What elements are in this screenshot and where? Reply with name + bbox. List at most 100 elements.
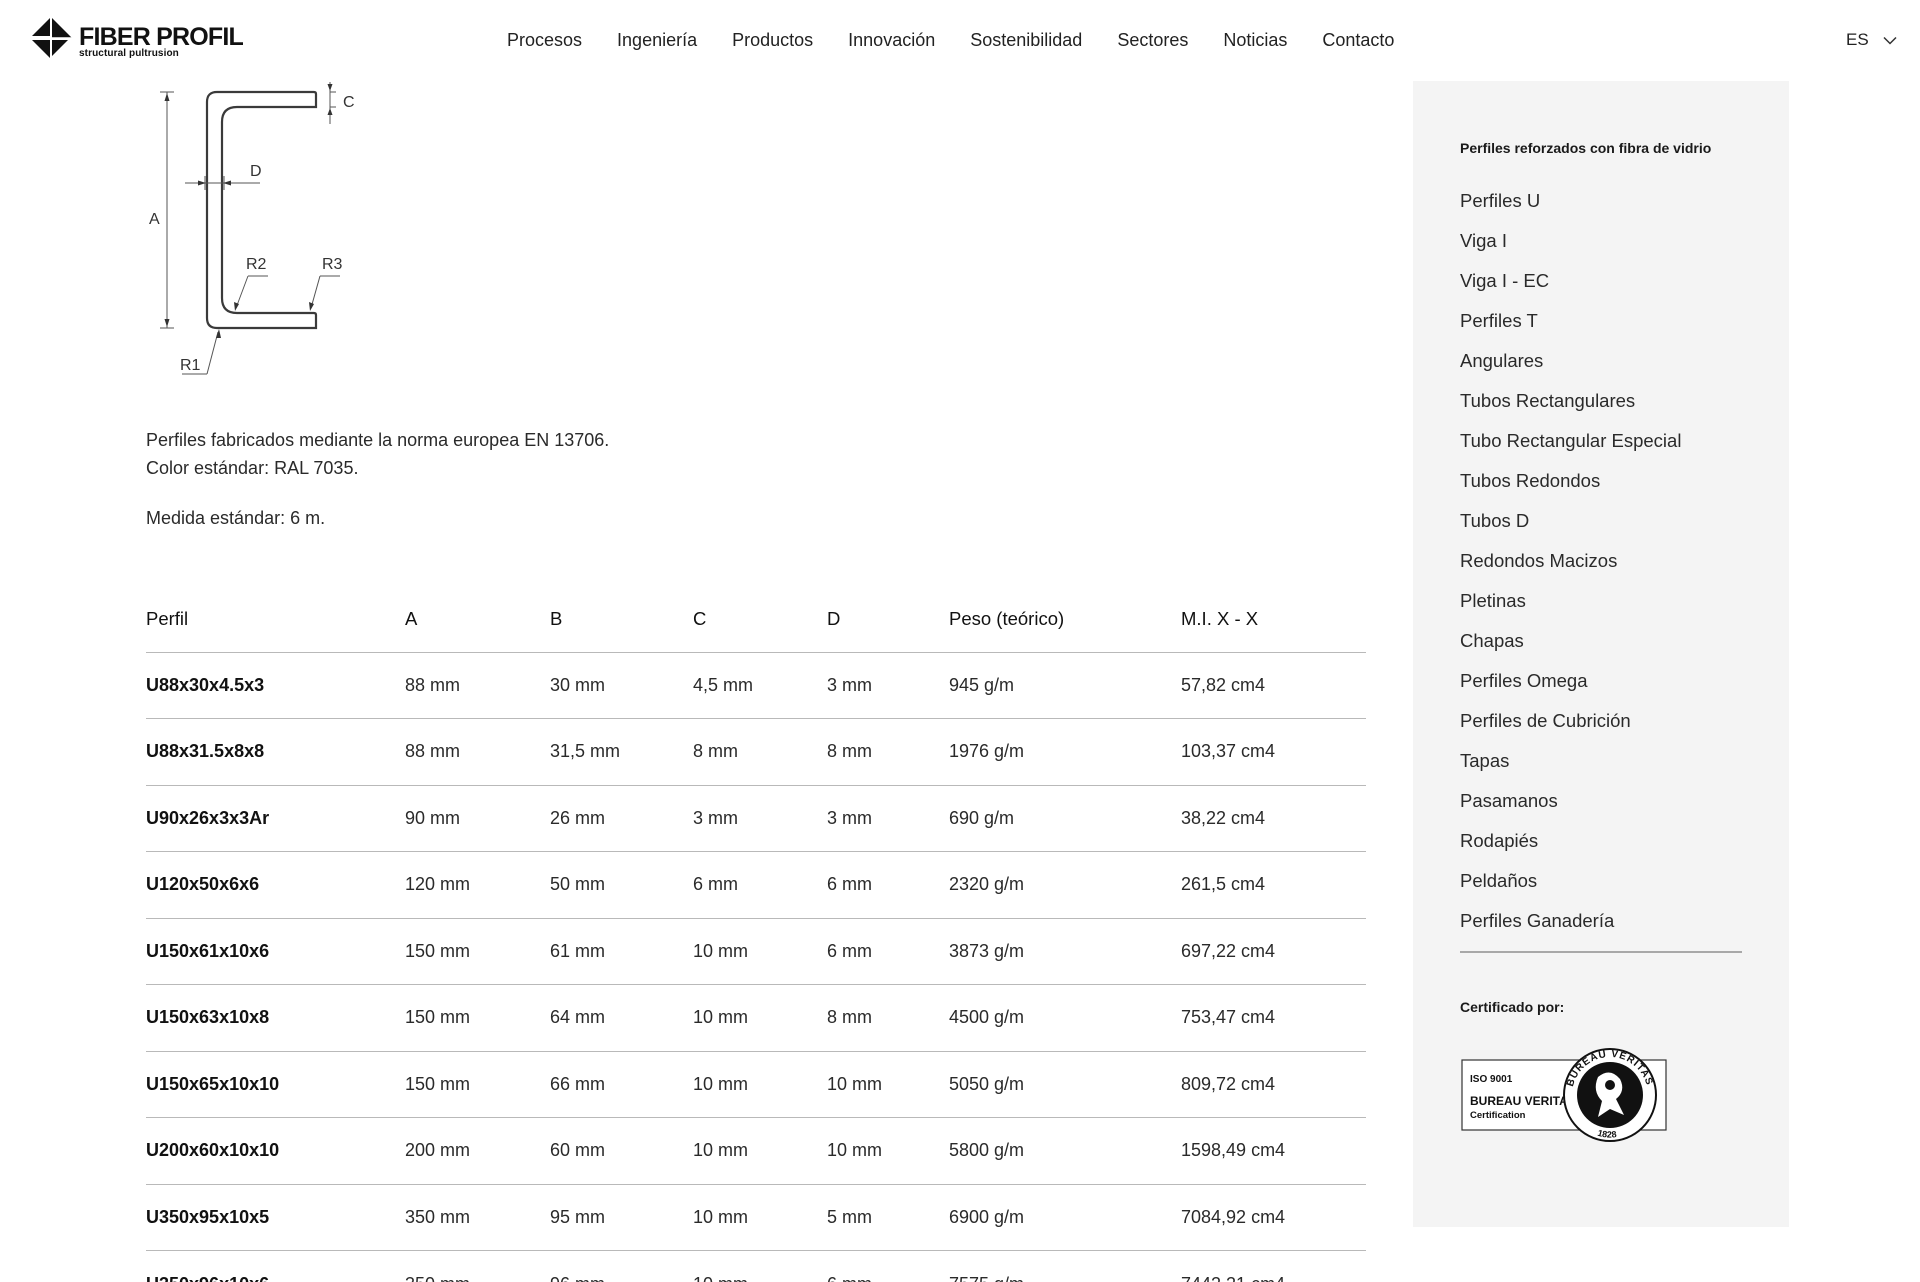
sidebar-item-17[interactable]: Rodapiés xyxy=(1460,821,1681,861)
table-cell-3: 10 mm xyxy=(693,940,749,961)
dim-label-r1: R1 xyxy=(180,357,201,374)
table-cell-0: U88x31.5x8x8 xyxy=(146,741,265,762)
table-row: U200x60x10x10 200 mm 60 mm 10 mm 10 mm 5800 g… xyxy=(146,1118,1366,1185)
sidebar-item-16[interactable]: Pasamanos xyxy=(1460,781,1681,821)
svg-text:ISO 9001: ISO 9001 xyxy=(1470,1074,1513,1085)
table-header-cell-5: Peso (teórico) xyxy=(949,607,1065,629)
table-cell-3: 6 mm xyxy=(693,874,738,895)
table-cell-3: 10 mm xyxy=(693,1007,749,1028)
table-cell-1: 200 mm xyxy=(405,1140,471,1161)
table-cell-3: 10 mm xyxy=(693,1206,749,1227)
table-cell-6: 1598,49 cm4 xyxy=(1181,1140,1286,1161)
sidebar-item-18[interactable]: Peldaños xyxy=(1460,861,1681,901)
table-cell-4: 6 mm xyxy=(827,874,872,895)
table-cell-6: 7084,92 cm4 xyxy=(1181,1206,1286,1227)
table-cell-4: 3 mm xyxy=(827,807,872,828)
table-cell-4: 3 mm xyxy=(827,674,872,695)
table-cell-5: 7575 g/m xyxy=(949,1274,1181,1282)
profiles-table: Perfil A B C D Peso (teórico) M.I. X - X U88x30… xyxy=(146,586,1366,1282)
sidebar-item-19[interactable]: Perfiles Ganadería xyxy=(1460,901,1681,941)
sidebar-item-9[interactable]: Tubos D xyxy=(1460,501,1681,541)
chevron-down-icon xyxy=(1883,36,1897,45)
dim-label-r3: R3 xyxy=(322,256,343,273)
language-selector[interactable]: ES xyxy=(1846,28,1897,52)
table-cell-2: 96 mm xyxy=(550,1274,693,1282)
nav-item-6[interactable]: Sectores xyxy=(1117,28,1188,52)
table-cell-5: 1976 g/m xyxy=(949,741,1025,762)
table-header-cell-2: B xyxy=(550,607,563,629)
nav-item-8[interactable]: Contacto xyxy=(1322,28,1394,52)
table-cell-5: 5800 g/m xyxy=(949,1140,1025,1161)
dim-label-r2: R2 xyxy=(246,256,267,273)
sidebar-item-4[interactable]: Perfiles T xyxy=(1460,301,1681,341)
sidebar-item-10[interactable]: Redondos Macizos xyxy=(1460,541,1681,581)
table-cell-1: 120 mm xyxy=(405,874,471,895)
table-cell-5: 3873 g/m xyxy=(949,940,1025,961)
products-sidebar: Perfiles reforzados con fibra de vidrio … xyxy=(1413,81,1789,1227)
sidebar-product-list: Perfiles U Viga I Viga I - EC Perfiles T Ang… xyxy=(1460,181,1681,941)
nav-item-7[interactable]: Noticias xyxy=(1223,28,1287,52)
table-cell-5: 945 g/m xyxy=(949,674,1015,695)
sidebar-item-15[interactable]: Tapas xyxy=(1460,741,1681,781)
sidebar-item-11[interactable]: Pletinas xyxy=(1460,581,1681,621)
sidebar-item-12[interactable]: Chapas xyxy=(1460,621,1681,661)
table-header-row: Perfil A B C D Peso (teórico) M.I. X - X xyxy=(146,586,1366,653)
table-cell-1: 90 mm xyxy=(405,807,461,828)
nav-item-2[interactable]: Ingeniería xyxy=(617,28,697,52)
table-cell-1: 150 mm xyxy=(405,1007,471,1028)
svg-text:BUREAU VERITAS: BUREAU VERITAS xyxy=(1470,1094,1576,1108)
bureau-veritas-certification-logo: ISO 9001 BUREAU VERITAS Certification BU… xyxy=(1461,1048,1667,1142)
table-row: U88x31.5x8x8 88 mm 31,5 mm 8 mm 8 mm 1976 g/m… xyxy=(146,719,1366,786)
dim-label-c: C xyxy=(343,94,355,111)
sidebar-item-7[interactable]: Tubo Rectangular Especial xyxy=(1460,421,1681,461)
nav-item-5[interactable]: Sostenibilidad xyxy=(970,28,1082,52)
sidebar-item-5[interactable]: Angulares xyxy=(1460,341,1681,381)
table-cell-4: 8 mm xyxy=(827,1007,872,1028)
table-cell-1: 150 mm xyxy=(405,940,471,961)
sidebar-item-8[interactable]: Tubos Redondos xyxy=(1460,461,1681,501)
table-cell-4: 8 mm xyxy=(827,741,872,762)
table-cell-2: 30 mm xyxy=(550,674,606,695)
fiber-profil-logo[interactable]: FIBER PROFIL structural pultrusion xyxy=(30,16,244,60)
sidebar-item-13[interactable]: Perfiles Omega xyxy=(1460,661,1681,701)
sidebar-item-14[interactable]: Perfiles de Cubrición xyxy=(1460,701,1681,741)
table-cell-5: 2320 g/m xyxy=(949,874,1025,895)
table-cell-3: 10 mm xyxy=(693,1274,827,1282)
table-cell-2: 66 mm xyxy=(550,1073,606,1094)
table-cell-4: 6 mm xyxy=(827,1274,949,1282)
table-header-cell-1: A xyxy=(405,607,418,629)
main-nav: Procesos Ingeniería Productos Innovación Sos… xyxy=(507,28,1429,52)
table-row: U350x95x10x5 350 mm 95 mm 10 mm 5 mm 6900 g/m… xyxy=(146,1185,1366,1251)
table-cell-4: 6 mm xyxy=(827,940,872,961)
table-cell-2: 26 mm xyxy=(550,807,606,828)
sidebar-item-3[interactable]: Viga I - EC xyxy=(1460,261,1681,301)
table-header-cell-6: M.I. X - X xyxy=(1181,607,1259,629)
nav-item-4[interactable]: Innovación xyxy=(848,28,935,52)
table-row: U150x63x10x8 150 mm 64 mm 10 mm 8 mm 4500 g/m… xyxy=(146,985,1366,1052)
table-row: U150x61x10x6 150 mm 61 mm 10 mm 6 mm 3873 g/m… xyxy=(146,919,1366,985)
table-cell-0: U90x26x3x3Ar xyxy=(146,807,270,828)
table-header-cell-0: Perfil xyxy=(146,607,189,629)
table-row: U120x50x6x6 120 mm 50 mm 6 mm 6 mm 2320 g/m 26… xyxy=(146,852,1366,919)
sidebar-item-2[interactable]: Viga I xyxy=(1460,221,1681,261)
table-cell-6: 809,72 cm4 xyxy=(1181,1073,1276,1094)
standard-norm-text: Perfiles fabricados mediante la norma eu… xyxy=(146,430,610,450)
table-row: U150x65x10x10 150 mm 66 mm 10 mm 10 mm 5050 g… xyxy=(146,1052,1366,1118)
table-cell-6: 38,22 cm4 xyxy=(1181,807,1266,828)
table-cell-0: U350x96x10x6 xyxy=(146,1274,405,1282)
table-cell-4: 5 mm xyxy=(827,1206,872,1227)
logo-mark-icon xyxy=(32,18,72,58)
sidebar-item-6[interactable]: Tubos Rectangulares xyxy=(1460,381,1681,421)
sidebar-item-1[interactable]: Perfiles U xyxy=(1460,181,1681,221)
product-description: Perfiles fabricados mediante la norma eu… xyxy=(146,426,609,482)
nav-item-3[interactable]: Productos xyxy=(732,28,813,52)
table-cell-2: 95 mm xyxy=(550,1206,606,1227)
table-row: U88x30x4.5x3 88 mm 30 mm 4,5 mm 3 mm 945 g/m 5… xyxy=(146,653,1366,719)
certified-by-label: Certificado por: xyxy=(1460,999,1565,1015)
table-cell-6: 261,5 cm4 xyxy=(1181,874,1266,895)
standard-length-text: Medida estándar: 6 m. xyxy=(146,508,326,528)
nav-item-1[interactable]: Procesos xyxy=(507,28,582,52)
table-cell-6: 57,82 cm4 xyxy=(1181,674,1266,695)
table-cell-2: 61 mm xyxy=(550,940,606,961)
table-cell-2: 64 mm xyxy=(550,1007,606,1028)
